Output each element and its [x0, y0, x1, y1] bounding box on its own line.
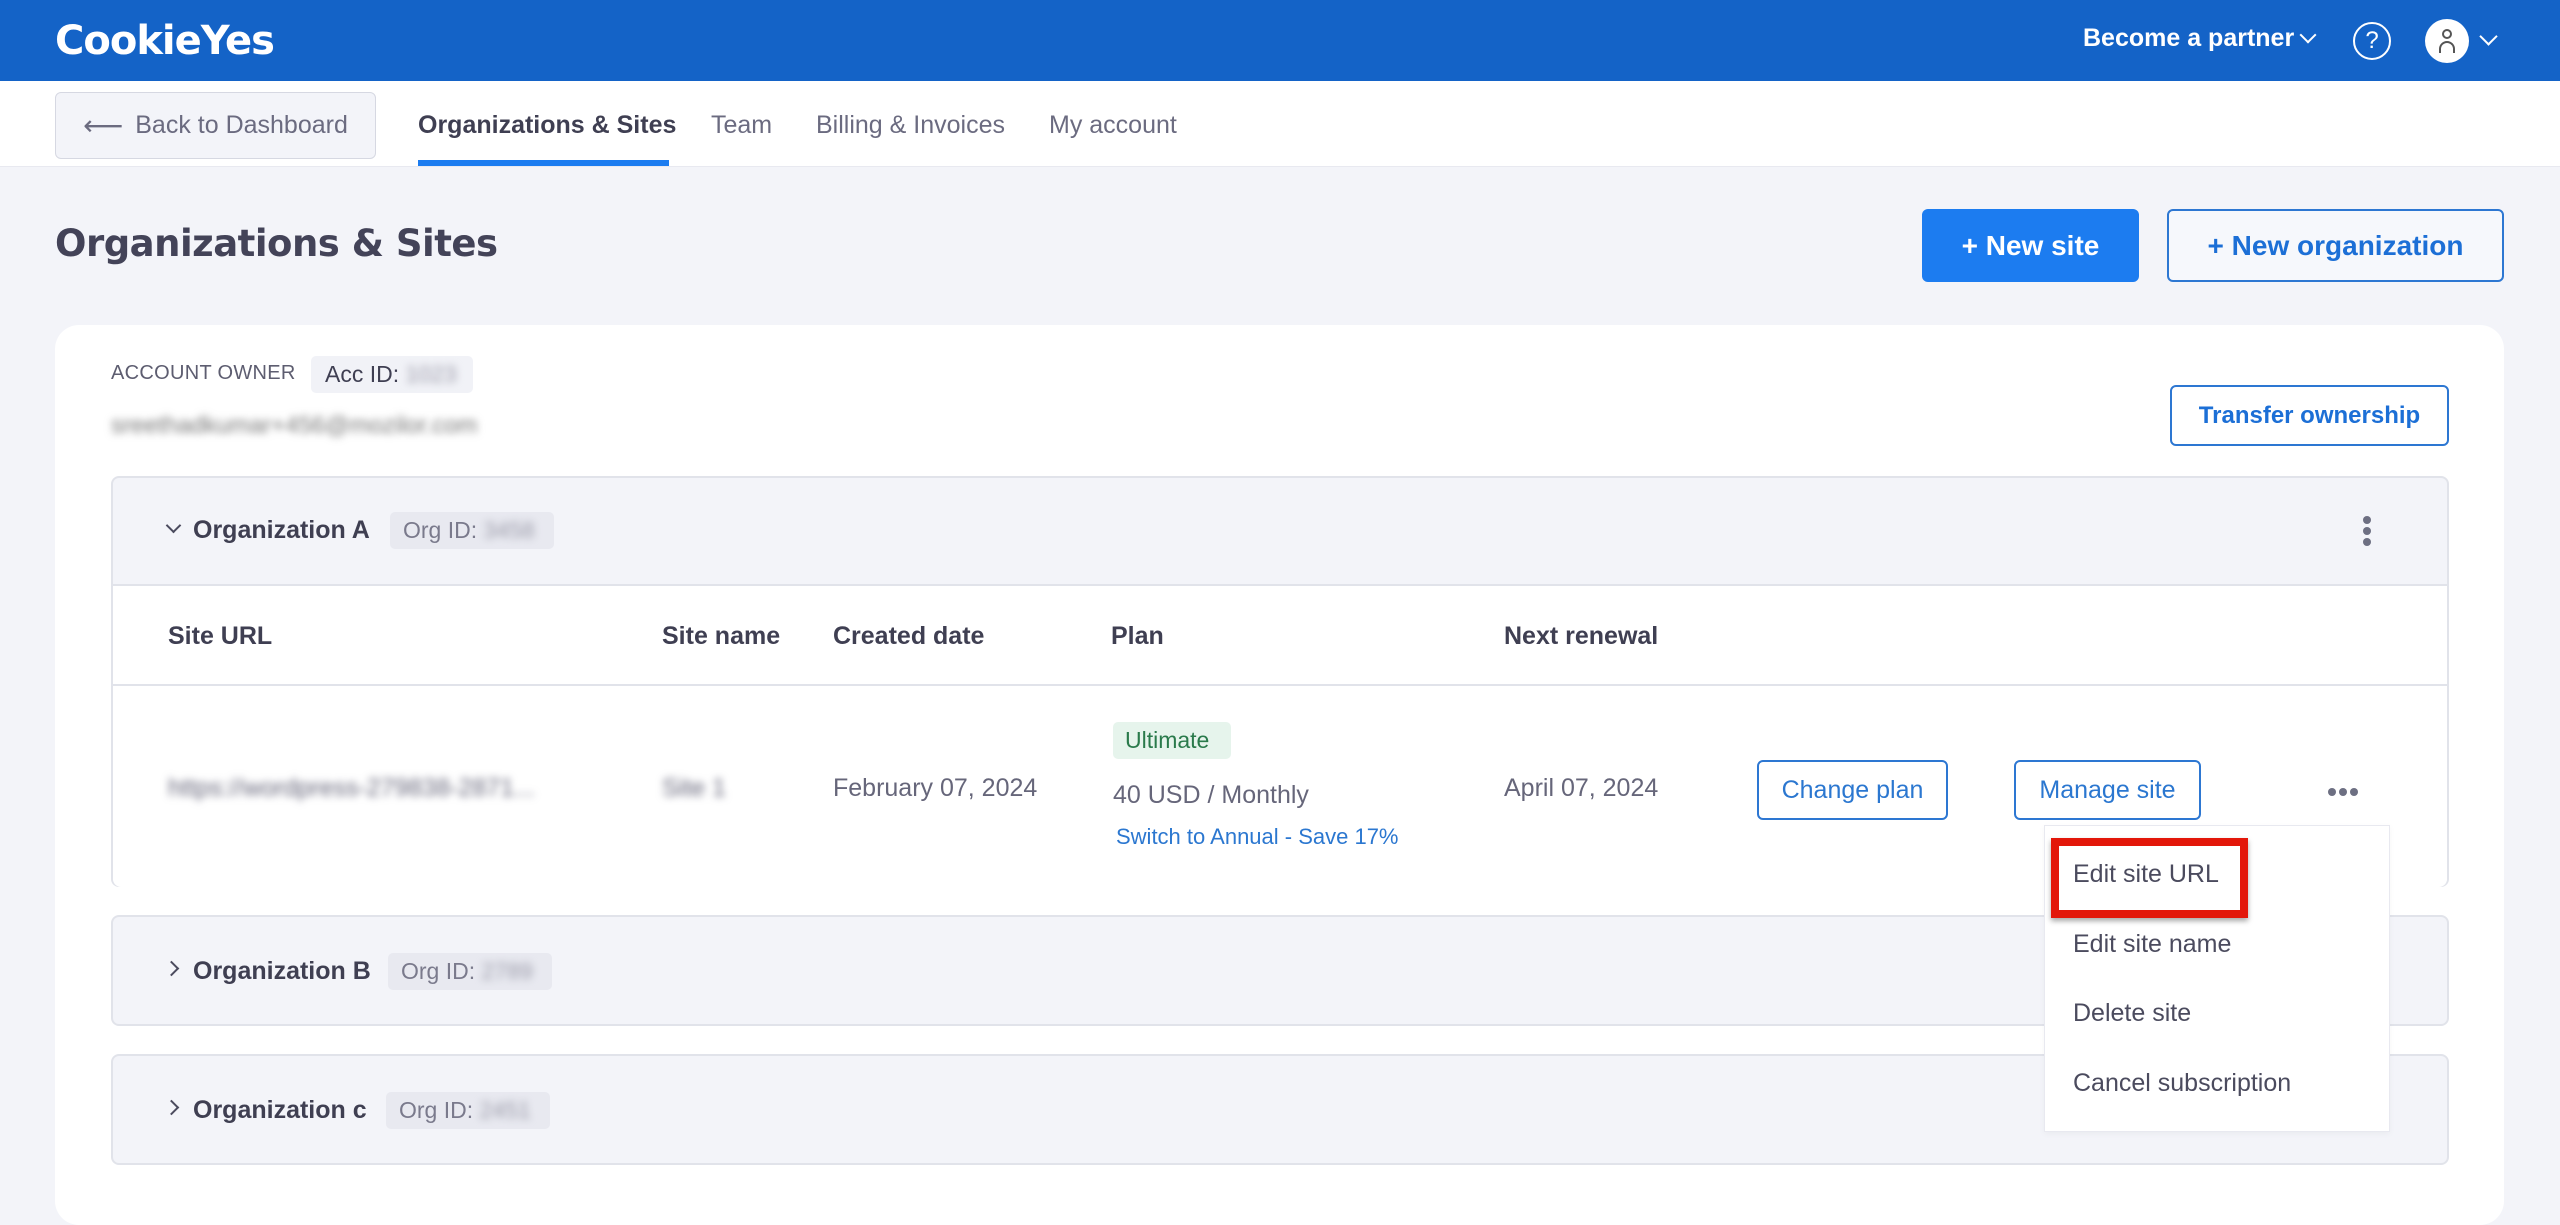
transfer-ownership-button[interactable]: Transfer ownership [2170, 385, 2449, 446]
org-id-badge: Org ID: 3458 [390, 512, 554, 549]
page-title: Organizations & Sites [55, 222, 498, 265]
back-to-dashboard-label: Back to Dashboard [135, 111, 348, 139]
account-owner-label: ACCOUNT OWNER [111, 362, 296, 384]
organization-name: Organization c [193, 1096, 367, 1124]
chevron-down-icon[interactable] [2479, 27, 2498, 46]
change-plan-button[interactable]: Change plan [1757, 760, 1948, 820]
back-to-dashboard-button[interactable]: ⟵ Back to Dashboard [55, 92, 376, 159]
column-header-plan: Plan [1111, 622, 1164, 650]
active-tab-indicator [418, 160, 669, 166]
created-date-cell: February 07, 2024 [833, 774, 1038, 802]
table-divider [113, 684, 2447, 686]
org-id-label: Org ID: [401, 958, 476, 984]
user-avatar[interactable] [2425, 19, 2469, 63]
menu-item-edit-site-name[interactable]: Edit site name [2073, 930, 2231, 959]
become-partner-dropdown[interactable]: Become a partner [2083, 24, 2317, 53]
organization-name: Organization A [193, 516, 370, 544]
manage-site-button[interactable]: Manage site [2014, 760, 2201, 820]
new-organization-button[interactable]: + New organization [2167, 209, 2504, 282]
menu-item-edit-site-url[interactable]: Edit site URL [2073, 860, 2219, 889]
organization-header[interactable]: Organization A Org ID: 3458 [113, 478, 2447, 584]
top-bar: CookieYes Become a partner ? [0, 0, 2560, 81]
user-icon-head [2442, 29, 2452, 39]
account-owner-email: sreethadkumar+456@mozilor.com [111, 412, 478, 439]
org-id-value: 2789 [481, 958, 533, 984]
column-header-next-renewal: Next renewal [1504, 622, 1659, 650]
org-id-value: 3458 [483, 517, 535, 543]
sub-navigation: ⟵ Back to Dashboard Organizations & Site… [0, 81, 2560, 167]
new-site-button[interactable]: + New site [1922, 209, 2139, 282]
tab-team[interactable]: Team [711, 111, 772, 140]
plan-badge: Ultimate [1113, 722, 1231, 759]
chevron-down-icon [2299, 26, 2317, 43]
account-id-label: Acc ID: [325, 361, 400, 387]
tab-my-account[interactable]: My account [1049, 111, 1177, 140]
tab-organizations-sites[interactable]: Organizations & Sites [418, 111, 676, 140]
switch-to-annual-link[interactable]: Switch to Annual - Save 17% [1116, 824, 1399, 850]
cookieyes-logo[interactable]: CookieYes [55, 18, 275, 64]
tab-billing-invoices[interactable]: Billing & Invoices [816, 111, 1005, 140]
site-more-actions-icon[interactable] [2328, 788, 2358, 796]
org-id-value: 2451 [479, 1097, 531, 1123]
site-name-cell: Site 1 [662, 774, 726, 802]
column-header-site-name: Site name [662, 622, 781, 650]
account-id-value: 1023 [405, 361, 457, 387]
chevron-right-icon[interactable] [163, 1099, 180, 1116]
org-id-badge: Org ID: 2789 [388, 953, 552, 990]
organization-more-icon[interactable] [2363, 516, 2373, 549]
org-id-label: Org ID: [403, 517, 478, 543]
column-header-site-url: Site URL [168, 622, 273, 650]
organization-name: Organization B [193, 957, 371, 985]
column-header-created-date: Created date [833, 622, 985, 650]
chevron-down-icon[interactable] [165, 517, 182, 534]
user-icon-body [2439, 41, 2455, 53]
site-actions-menu: Edit site URL Edit site name Delete site… [2044, 825, 2390, 1132]
org-id-label: Org ID: [399, 1097, 474, 1123]
next-renewal-cell: April 07, 2024 [1504, 774, 1659, 802]
org-id-badge: Org ID: 2451 [386, 1092, 550, 1129]
arrow-left-icon: ⟵ [83, 110, 124, 141]
plan-price: 40 USD / Monthly [1113, 781, 1309, 809]
site-url-cell[interactable]: https://wordpress-279838-2871... [168, 774, 535, 803]
account-id-badge: Acc ID: 1023 [311, 356, 473, 393]
chevron-right-icon[interactable] [163, 960, 180, 977]
menu-item-delete-site[interactable]: Delete site [2073, 999, 2191, 1028]
menu-item-cancel-subscription[interactable]: Cancel subscription [2073, 1069, 2291, 1098]
become-partner-label: Become a partner [2083, 24, 2295, 52]
help-icon[interactable]: ? [2353, 22, 2391, 60]
